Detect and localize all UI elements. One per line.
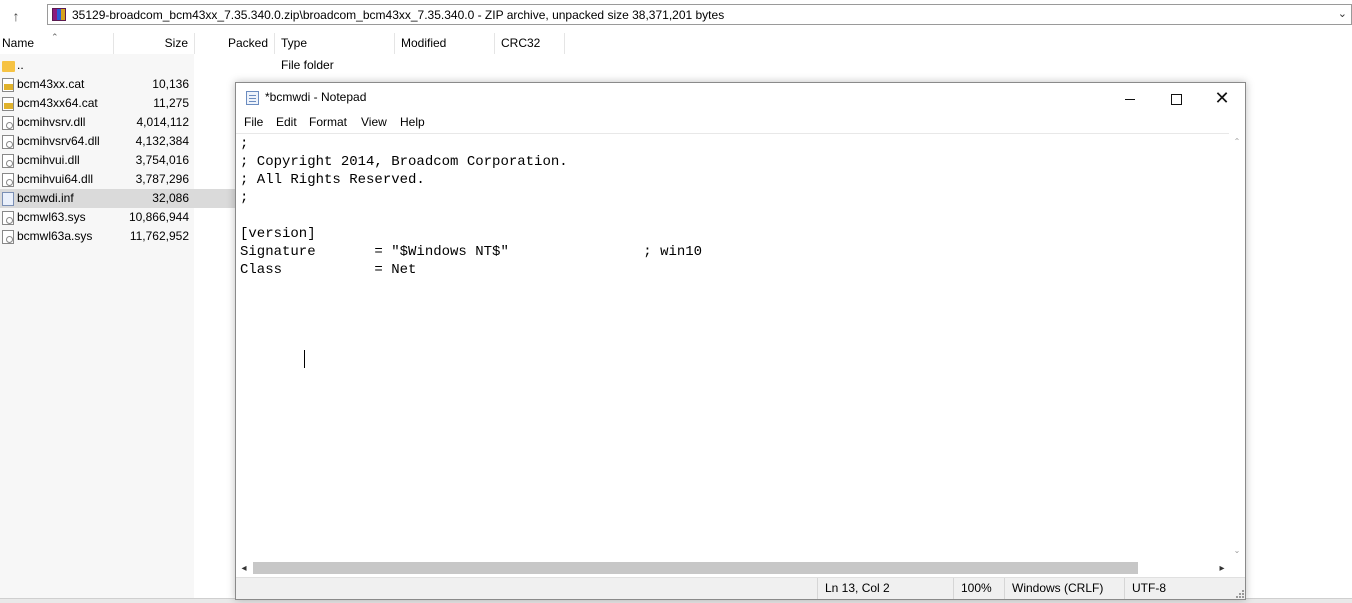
- file-size: 3,787,296: [135, 172, 189, 186]
- file-size: 3,754,016: [135, 153, 189, 167]
- close-button[interactable]: ✕: [1199, 83, 1245, 113]
- status-zoom: 100%: [953, 578, 1004, 599]
- scroll-down-icon[interactable]: ⌄: [1229, 544, 1245, 558]
- dll-file-icon: [2, 154, 14, 168]
- text-line: ;: [240, 190, 249, 206]
- file-row[interactable]: bcm43xx64.cat 11,275: [0, 94, 240, 113]
- address-text: 35129-broadcom_bcm43xx_7.35.340.0.zip\br…: [72, 8, 725, 22]
- dll-file-icon: [2, 135, 14, 149]
- up-arrow-icon[interactable]: ↑: [6, 6, 26, 26]
- menu-format[interactable]: Format: [309, 115, 347, 129]
- text-line: ; All Rights Reserved.: [240, 172, 425, 188]
- file-row[interactable]: bcmwl63.sys10,866,9444,8: [0, 208, 269, 227]
- file-size: 10,136: [152, 77, 189, 91]
- folder-icon: [2, 61, 15, 72]
- vertical-scrollbar[interactable]: ⌃ ⌄: [1229, 133, 1245, 560]
- chevron-down-icon[interactable]: ⌄: [1338, 7, 1347, 20]
- file-name: bcmwl63a.sys: [17, 229, 93, 243]
- file-type: File folder: [281, 58, 334, 72]
- horizontal-scroll-thumb[interactable]: [253, 562, 1138, 574]
- close-icon: ✕: [1214, 88, 1230, 108]
- scroll-right-icon[interactable]: ▸: [1214, 560, 1230, 577]
- file-size: 4,014,112: [136, 115, 190, 129]
- file-row[interactable]: bcmwl63a.sys11,762,9525,2: [0, 227, 269, 246]
- status-bar: Ln 13, Col 2 100% Windows (CRLF) UTF-8: [236, 577, 1245, 599]
- notepad-icon: [246, 91, 259, 105]
- catalog-file-icon: [2, 97, 14, 111]
- minimize-icon: [1125, 98, 1135, 100]
- address-row: ↑ 35129-broadcom_bcm43xx_7.35.340.0.zip\…: [0, 0, 1352, 31]
- file-size: 10,866,944: [128, 210, 189, 224]
- horizontal-scrollbar[interactable]: ◂ ▸: [236, 560, 1230, 577]
- dll-file-icon: [2, 173, 14, 187]
- sort-ascending-icon: ⌃: [51, 32, 59, 42]
- sys-file-icon: [2, 230, 14, 244]
- dll-file-icon: [2, 116, 14, 130]
- window-title: *bcmwdi - Notepad: [265, 90, 367, 104]
- column-header-crc32[interactable]: CRC32: [495, 33, 565, 54]
- minimize-button[interactable]: [1107, 83, 1153, 113]
- status-position: Ln 13, Col 2: [817, 578, 953, 599]
- title-bar[interactable]: *bcmwdi - Notepad ✕: [236, 83, 1245, 113]
- column-header-name-label: Name: [2, 36, 35, 50]
- file-name: bcmwl63.sys: [17, 210, 86, 224]
- catalog-file-icon: [2, 78, 14, 92]
- column-header-name[interactable]: Name ⌃: [0, 32, 114, 54]
- file-row[interactable]: bcmihvui64.dll3,787,2967: [0, 170, 269, 189]
- notepad-window: *bcmwdi - Notepad ✕ File Edit Format Vie…: [235, 82, 1246, 600]
- file-name: bcmihvsrv.dll: [17, 115, 86, 129]
- text-line: Signature = "$Windows NT$" ; win10: [240, 244, 703, 260]
- menu-view[interactable]: View: [361, 115, 387, 129]
- menu-bar: File Edit Format View Help: [236, 113, 1245, 133]
- column-header-type[interactable]: Type: [275, 33, 395, 54]
- file-size: 32,086: [152, 191, 189, 205]
- text-line: [240, 207, 702, 225]
- maximize-button[interactable]: [1153, 83, 1199, 113]
- file-row[interactable]: bcmwdi.inf 32,086: [0, 189, 240, 208]
- scroll-left-icon[interactable]: ◂: [236, 560, 252, 577]
- resize-grip-icon[interactable]: [1234, 588, 1244, 598]
- file-size: 4,132,384: [135, 134, 189, 148]
- file-name: bcmihvui.dll: [17, 153, 80, 167]
- sys-file-icon: [2, 211, 14, 225]
- address-bar[interactable]: 35129-broadcom_bcm43xx_7.35.340.0.zip\br…: [47, 4, 1352, 25]
- column-headers: Name ⌃ Size Packed Type Modified CRC32: [0, 32, 1352, 54]
- file-row[interactable]: .. File folder: [0, 56, 334, 75]
- file-row[interactable]: bcmihvsrv.dll4,014,1128: [0, 113, 269, 132]
- status-encoding: UTF-8: [1124, 578, 1229, 599]
- text-line: Class = Net: [240, 262, 417, 278]
- menu-edit[interactable]: Edit: [276, 115, 297, 129]
- file-name: ..: [17, 58, 24, 72]
- text-caret: [304, 350, 305, 368]
- inf-file-icon: [2, 192, 14, 206]
- scroll-up-icon[interactable]: ⌃: [1229, 135, 1245, 149]
- file-row[interactable]: bcm43xx.cat 10,136: [0, 75, 240, 94]
- column-header-modified[interactable]: Modified: [395, 33, 495, 54]
- file-name: bcm43xx64.cat: [17, 96, 98, 110]
- document-text[interactable]: ; ; Copyright 2014, Broadcom Corporation.…: [240, 135, 702, 279]
- file-row[interactable]: bcmihvui.dll3,754,0167: [0, 151, 269, 170]
- text-line: ; Copyright 2014, Broadcom Corporation.: [240, 154, 568, 170]
- column-header-packed[interactable]: Packed: [195, 33, 275, 54]
- file-size: 11,762,952: [129, 229, 189, 243]
- text-line: ;: [240, 136, 249, 152]
- file-name: bcmwdi.inf: [17, 191, 74, 205]
- text-line: [version]: [240, 226, 316, 242]
- file-name: bcmihvsrv64.dll: [17, 134, 100, 148]
- file-name: bcm43xx.cat: [17, 77, 85, 91]
- file-row[interactable]: bcmihvsrv64.dll4,132,3849: [0, 132, 269, 151]
- file-size: 11,275: [153, 96, 189, 110]
- menu-file[interactable]: File: [244, 115, 263, 129]
- column-header-size[interactable]: Size: [114, 33, 195, 54]
- maximize-icon: [1170, 93, 1182, 105]
- zip-archive-icon: [52, 8, 66, 21]
- status-line-ending: Windows (CRLF): [1004, 578, 1124, 599]
- text-editor[interactable]: ; ; Copyright 2014, Broadcom Corporation.…: [236, 133, 1230, 560]
- menu-help[interactable]: Help: [400, 115, 425, 129]
- file-name: bcmihvui64.dll: [17, 172, 94, 186]
